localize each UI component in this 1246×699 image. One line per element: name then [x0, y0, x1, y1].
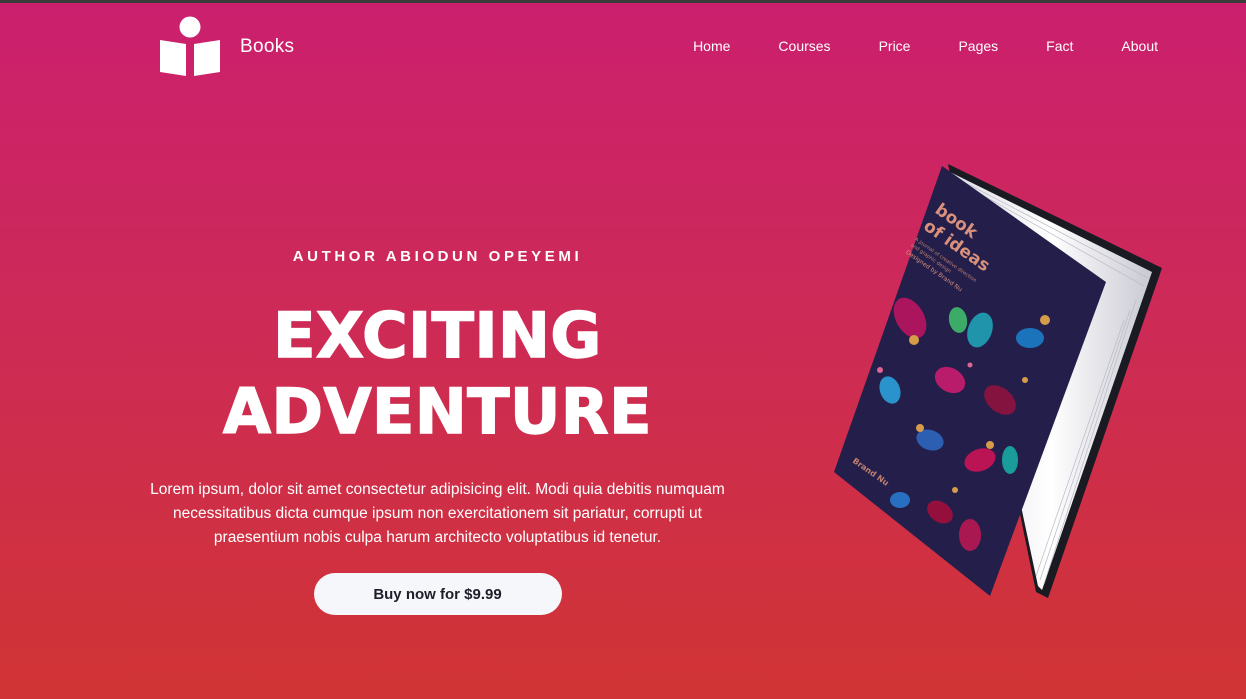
window-top-border [0, 0, 1246, 3]
main-nav: Home Courses Price Pages Fact About [693, 38, 1158, 54]
nav-fact[interactable]: Fact [1046, 38, 1073, 54]
buy-now-button[interactable]: Buy now for $9.99 [313, 573, 562, 615]
hero-section: AUTHOR ABIODUN OPEYEMI EXCITING ADVENTUR… [150, 248, 725, 615]
headline-line-2: ADVENTURE [222, 374, 652, 449]
author-line: AUTHOR ABIODUN OPEYEMI [292, 248, 583, 265]
book-image: book of ideas A journal of creative dire… [830, 160, 1170, 605]
hero-description: Lorem ipsum, dolor sit amet consectetur … [150, 481, 725, 546]
brand-name: Books [240, 36, 295, 57]
headline-line-1: EXCITING [272, 298, 602, 373]
nav-courses[interactable]: Courses [778, 38, 830, 54]
nav-about[interactable]: About [1121, 38, 1158, 54]
hero-headline: EXCITING ADVENTURE [150, 298, 725, 450]
reading-person-icon [160, 16, 220, 76]
brand-logo[interactable]: Books [158, 16, 294, 78]
nav-pages[interactable]: Pages [958, 38, 998, 54]
nav-price[interactable]: Price [879, 38, 911, 54]
nav-home[interactable]: Home [693, 38, 730, 54]
book-illustration: book of ideas A journal of creative dire… [834, 164, 1162, 598]
